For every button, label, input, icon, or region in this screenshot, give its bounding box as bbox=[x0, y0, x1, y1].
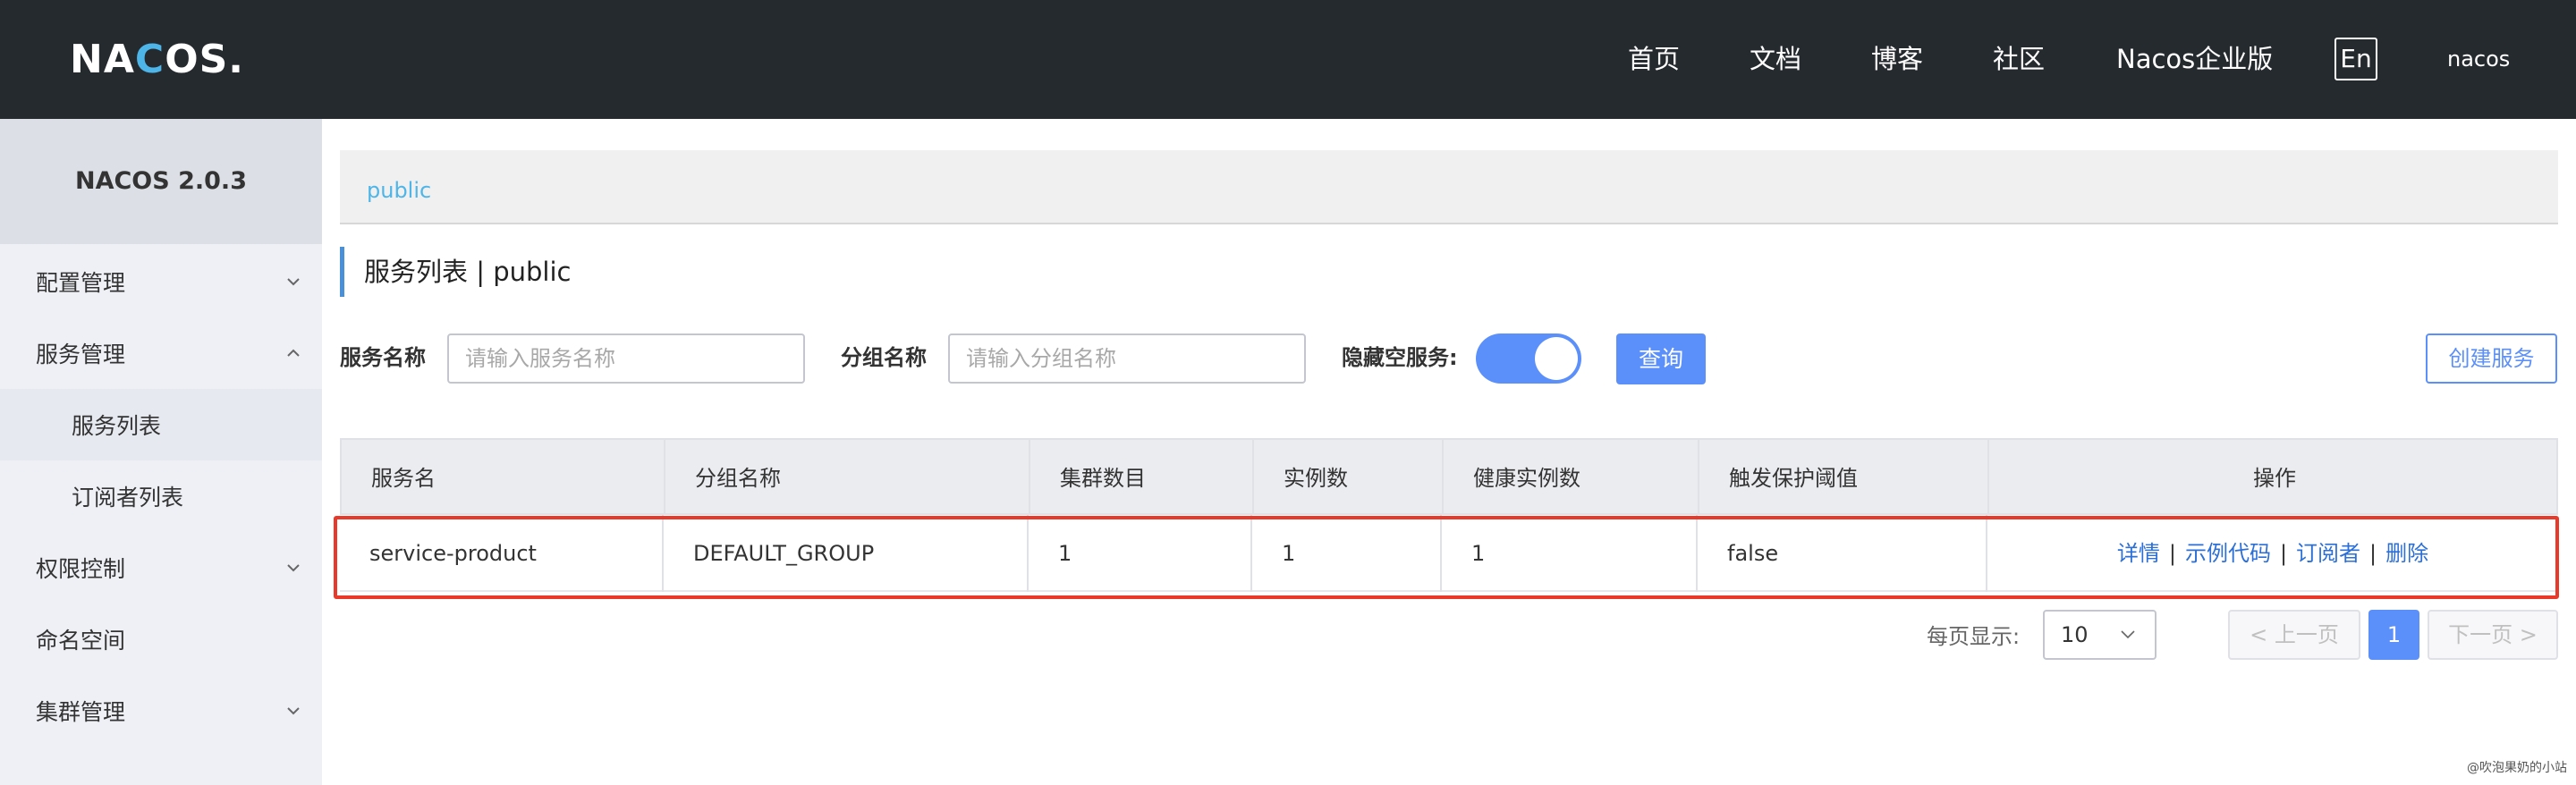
delete-link[interactable]: 删除 bbox=[2385, 541, 2428, 566]
prev-label: 上一页 bbox=[2274, 622, 2339, 647]
watermark: @吹泡果奶的小站 bbox=[2467, 761, 2567, 775]
chevron-left-icon: < bbox=[2250, 622, 2275, 647]
column-header-healthy: 健康实例数 bbox=[1444, 440, 1699, 517]
sidebar-item-label: 订阅者列表 bbox=[72, 485, 184, 511]
chevron-down-icon bbox=[287, 564, 300, 572]
nav-enterprise[interactable]: Nacos企业版 bbox=[2116, 0, 2273, 119]
cell-healthy: 1 bbox=[1442, 515, 1698, 592]
page-header: 服务列表 | public bbox=[340, 247, 571, 297]
cell-clusters: 1 bbox=[1029, 515, 1252, 592]
chevron-down-icon bbox=[287, 278, 300, 286]
sidebar-title: NACOS 2.0.3 bbox=[0, 119, 322, 244]
current-page-button[interactable]: 1 bbox=[2368, 610, 2419, 660]
sidebar-item-cluster[interactable]: 集群管理 bbox=[0, 675, 322, 747]
chevron-up-icon bbox=[287, 349, 300, 357]
nav-community[interactable]: 社区 bbox=[1993, 0, 2045, 119]
sidebar-item-label: 服务管理 bbox=[36, 342, 126, 367]
hide-empty-toggle[interactable] bbox=[1476, 333, 1581, 384]
sidebar-item-label: 服务列表 bbox=[72, 413, 162, 439]
nav-home[interactable]: 首页 bbox=[1628, 0, 1680, 119]
per-page-value: 10 bbox=[2061, 622, 2089, 647]
sidebar-item-label: 配置管理 bbox=[36, 270, 126, 296]
per-page-select[interactable]: 10 bbox=[2043, 610, 2157, 660]
column-header-group: 分组名称 bbox=[665, 440, 1030, 517]
op-separator: | bbox=[2369, 541, 2377, 566]
sidebar-item-label: 集群管理 bbox=[36, 699, 126, 725]
sample-code-link[interactable]: 示例代码 bbox=[2185, 541, 2271, 566]
op-separator: | bbox=[2279, 541, 2288, 566]
op-separator: | bbox=[2168, 541, 2176, 566]
logo-text-a: NA bbox=[70, 36, 135, 82]
table-header: 服务名 分组名称 集群数目 实例数 健康实例数 触发保护阈值 操作 bbox=[340, 438, 2558, 517]
service-name-input[interactable] bbox=[447, 333, 805, 384]
namespace-bar: public bbox=[340, 150, 2558, 224]
nav-docs[interactable]: 文档 bbox=[1750, 0, 1801, 119]
chevron-right-icon: > bbox=[2512, 622, 2538, 647]
detail-link[interactable]: 详情 bbox=[2117, 541, 2160, 566]
namespace-public-link[interactable]: public bbox=[367, 150, 431, 231]
sidebar-item-namespace[interactable]: 命名空间 bbox=[0, 604, 322, 675]
column-header-instances: 实例数 bbox=[1254, 440, 1444, 517]
next-label: 下一页 bbox=[2448, 622, 2513, 647]
sidebar-item-label: 权限控制 bbox=[36, 556, 126, 582]
group-name-input[interactable] bbox=[948, 333, 1306, 384]
group-name-label: 分组名称 bbox=[841, 345, 927, 370]
nacos-logo[interactable]: NACOS. bbox=[70, 32, 244, 86]
top-header: NACOS. 首页 文档 博客 社区 Nacos企业版 En nacos bbox=[0, 0, 2576, 119]
column-header-ops: 操作 bbox=[2253, 466, 2296, 491]
per-page-label: 每页显示: bbox=[1927, 624, 2021, 649]
logo-text-c: OS. bbox=[165, 36, 244, 82]
query-button[interactable]: 查询 bbox=[1616, 333, 1706, 384]
column-header-clusters: 集群数目 bbox=[1030, 440, 1254, 517]
next-page-button[interactable]: 下一页 > bbox=[2428, 610, 2558, 660]
sidebar-item-service-list[interactable]: 服务列表 bbox=[0, 389, 322, 460]
sidebar: NACOS 2.0.3 配置管理 服务管理 服务列表 订阅者列表 权限控制 命名… bbox=[0, 119, 322, 785]
language-switch-button[interactable]: En bbox=[2334, 38, 2377, 80]
sidebar-item-service[interactable]: 服务管理 bbox=[0, 317, 322, 389]
prev-page-button[interactable]: < 上一页 bbox=[2228, 610, 2360, 660]
cell-ops: 详情 | 示例代码 | 订阅者 | 删除 bbox=[1987, 515, 2558, 592]
sidebar-item-permission[interactable]: 权限控制 bbox=[0, 532, 322, 604]
page-title: 服务列表 | public bbox=[364, 257, 572, 287]
cell-instances: 1 bbox=[1252, 515, 1442, 592]
subscriber-link[interactable]: 订阅者 bbox=[2296, 541, 2360, 566]
column-header-service: 服务名 bbox=[342, 440, 665, 517]
nav-blog[interactable]: 博客 bbox=[1871, 0, 1923, 119]
service-name-label: 服务名称 bbox=[340, 345, 426, 370]
cell-threshold: false bbox=[1698, 515, 1987, 592]
cell-group: DEFAULT_GROUP bbox=[664, 515, 1029, 592]
table-row: service-product DEFAULT_GROUP 1 1 1 fals… bbox=[340, 515, 2558, 592]
sidebar-item-subscriber-list[interactable]: 订阅者列表 bbox=[0, 460, 322, 532]
sidebar-item-label: 命名空间 bbox=[36, 628, 126, 654]
hide-empty-label: 隐藏空服务: bbox=[1342, 345, 1458, 370]
create-service-button[interactable]: 创建服务 bbox=[2426, 333, 2557, 384]
column-header-threshold: 触发保护阈值 bbox=[1699, 440, 1989, 517]
chevron-down-icon bbox=[2121, 630, 2135, 639]
user-name[interactable]: nacos bbox=[2447, 0, 2510, 119]
chevron-down-icon bbox=[287, 707, 300, 715]
logo-text-b: C bbox=[134, 36, 165, 82]
cell-service: service-product bbox=[340, 515, 664, 592]
toggle-knob bbox=[1535, 337, 1578, 380]
sidebar-item-config[interactable]: 配置管理 bbox=[0, 246, 322, 317]
